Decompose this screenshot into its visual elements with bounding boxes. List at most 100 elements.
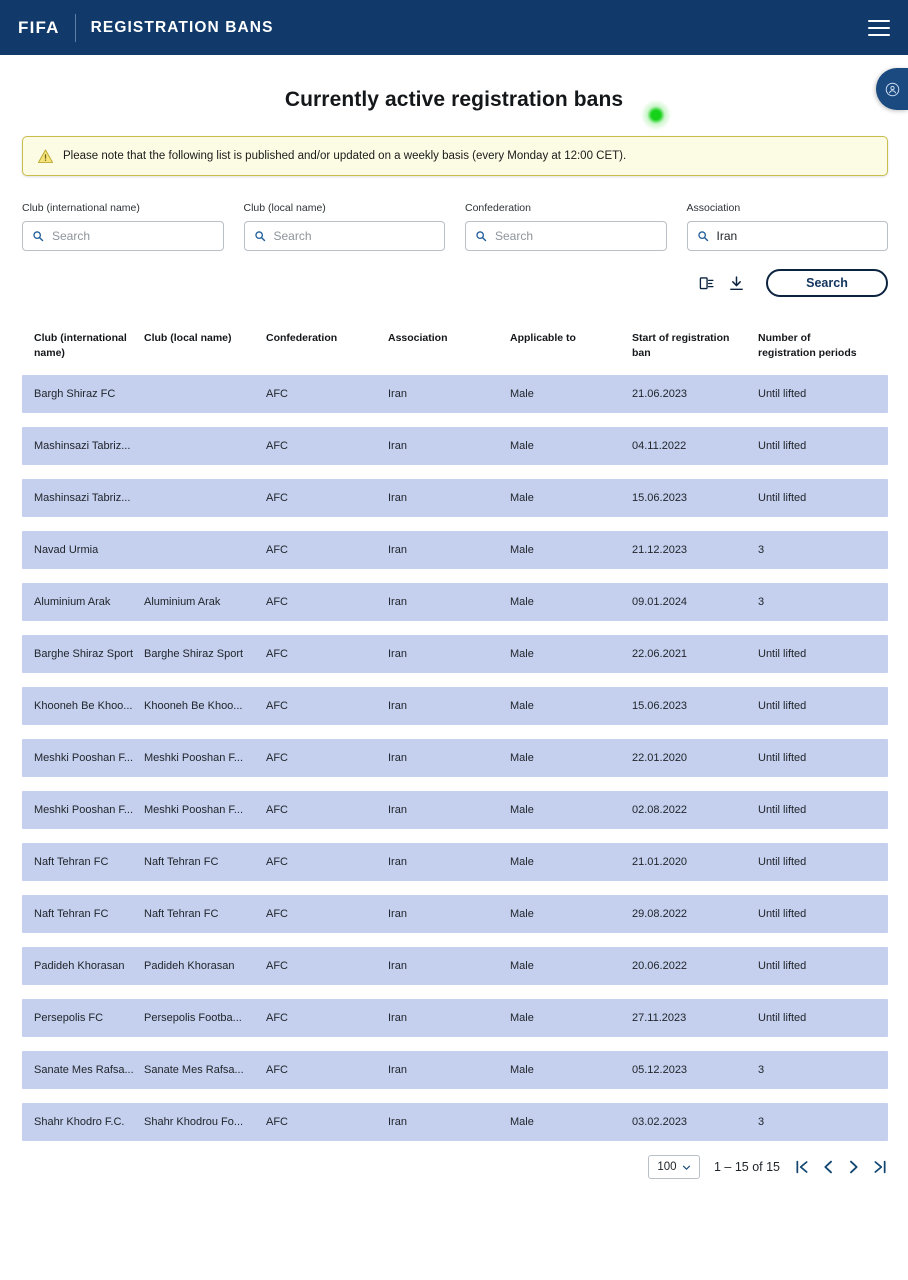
table-cell: Until lifted (758, 388, 807, 400)
page-size-select[interactable]: 100 (647, 1155, 700, 1179)
table-cell: Iran (388, 804, 407, 816)
table-cell: AFC (266, 388, 288, 400)
table-row[interactable]: Barghe Shiraz Sport Barghe Shiraz Sport AF… (22, 635, 888, 673)
table-cell: Iran (388, 960, 407, 972)
next-page-icon[interactable] (846, 1159, 862, 1175)
table-cell: Bargh Shiraz FC (34, 388, 116, 400)
table-cell: Shahr Khodro F.C. (34, 1116, 125, 1128)
table-cell: 03.02.2023 (632, 1116, 688, 1128)
table-cell: Padideh Khorasan (144, 960, 235, 972)
last-page-icon[interactable] (872, 1159, 888, 1175)
pagination-nav-buttons (794, 1159, 888, 1175)
search-icon (697, 231, 708, 242)
table-row[interactable]: Shahr Khodro F.C. Shahr Khodrou Fo... AFC I… (22, 1103, 888, 1141)
table-cell: AFC (266, 856, 288, 868)
download-icon[interactable] (728, 275, 745, 292)
column-header-applicable-to[interactable]: Applicable to (510, 331, 632, 361)
table-row[interactable]: Meshki Pooshan F... Meshki Pooshan F... AF… (22, 739, 888, 777)
table-cell: AFC (266, 1116, 288, 1128)
table-row[interactable]: Bargh Shiraz FC AFC Iran Male 21.06.2023 Unti… (22, 375, 888, 413)
table-cell: AFC (266, 492, 288, 504)
table-row[interactable]: Padideh Khorasan Padideh Khorasan AFC Iran M… (22, 947, 888, 985)
column-header-club-international[interactable]: Club (international name) (22, 331, 144, 361)
table-cell: 02.08.2022 (632, 804, 688, 816)
table-cell: Iran (388, 752, 407, 764)
table-cell: 22.06.2021 (632, 648, 688, 660)
app-section-title: REGISTRATION BANS (90, 18, 274, 36)
table-row[interactable]: Meshki Pooshan F... Meshki Pooshan F... AF… (22, 791, 888, 829)
table-row[interactable]: Persepolis FC Persepolis Footba... AFC Iran… (22, 999, 888, 1037)
table-cell: Mashinsazi Tabriz... (34, 492, 131, 504)
registration-bans-table: Club (international name) Club (local na… (22, 319, 888, 1141)
table-cell: Meshki Pooshan F... (34, 752, 134, 764)
table-cell: Until lifted (758, 440, 807, 452)
table-row[interactable]: Sanate Mes Rafsa... Sanate Mes Rafsa... AF… (22, 1051, 888, 1089)
table-cell: Khooneh Be Khoo... (144, 700, 243, 712)
table-cell: 21.06.2023 (632, 388, 688, 400)
table-cell: Iran (388, 1116, 407, 1128)
column-header-number-of-periods[interactable]: Number of registration periods (758, 331, 868, 361)
table-cell: 27.11.2023 (632, 1012, 687, 1024)
first-page-icon[interactable] (794, 1159, 810, 1175)
table-cell: Meshki Pooshan F... (144, 804, 244, 816)
table-cell: Until lifted (758, 856, 807, 868)
column-header-association[interactable]: Association (388, 331, 510, 361)
table-cell: Naft Tehran FC (144, 856, 219, 868)
filter-label: Club (local name) (243, 202, 326, 214)
table-cell: Persepolis FC (34, 1012, 104, 1024)
table-cell: Male (510, 960, 534, 972)
table-cell: Male (510, 544, 534, 556)
table-cell: Persepolis Footba... (144, 1012, 242, 1024)
filter-club-local: Club (local name) Search (243, 202, 445, 251)
table-cell: Iran (388, 492, 407, 504)
column-header-club-local[interactable]: Club (local name) (144, 331, 266, 361)
pagination-range-text: 1 – 15 of 15 (713, 1160, 780, 1174)
table-cell: Iran (388, 596, 407, 608)
table-cell: Until lifted (758, 752, 807, 764)
search-icon (33, 231, 44, 242)
page-title: Currently active registration bans (284, 88, 624, 111)
table-cell: Naft Tehran FC (34, 856, 109, 868)
search-input-confederation[interactable]: Search (465, 221, 667, 251)
brand-logo-area[interactable]: FIFA REGISTRATION BANS (18, 13, 274, 42)
table-cell: AFC (266, 752, 288, 764)
copy-list-icon[interactable] (698, 275, 715, 292)
table-cell: Until lifted (758, 908, 807, 920)
search-button[interactable]: Search (766, 269, 888, 297)
table-cell: Iran (388, 388, 407, 400)
table-cell: 15.06.2023 (632, 492, 688, 504)
table-cell: Iran (388, 440, 407, 452)
table-cell: 04.11.2022 (632, 440, 687, 452)
table-row[interactable]: Naft Tehran FC Naft Tehran FC AFC Iran Male 2… (22, 895, 888, 933)
table-cell: Iran (388, 856, 407, 868)
previous-page-icon[interactable] (820, 1159, 836, 1175)
column-header-start-of-ban[interactable]: Start of registration ban (632, 331, 758, 361)
table-row[interactable]: Mashinsazi Tabriz... AFC Iran Male 04.11.202… (22, 427, 888, 465)
search-icon (476, 231, 487, 242)
filter-label: Confederation (465, 202, 531, 214)
table-cell: Iran (388, 544, 407, 556)
table-cell: 21.01.2020 (632, 856, 688, 868)
table-cell: Mashinsazi Tabriz... (34, 440, 131, 452)
table-cell: Male (510, 700, 534, 712)
table-row[interactable]: Aluminium Arak Aluminium Arak AFC Iran Male 0… (22, 583, 888, 621)
filter-value: Search (495, 229, 534, 243)
table-row[interactable]: Khooneh Be Khoo... Khooneh Be Khoo... AFC I… (22, 687, 888, 725)
hamburger-menu-icon[interactable] (868, 19, 890, 36)
search-input-club-local[interactable]: Search (243, 221, 445, 251)
table-row[interactable]: Naft Tehran FC Naft Tehran FC AFC Iran Male 2… (22, 843, 888, 881)
table-row[interactable]: Mashinsazi Tabriz... AFC Iran Male 15.06.202… (22, 479, 888, 517)
table-cell: 22.01.2020 (632, 752, 688, 764)
table-cell: Padideh Khorasan (34, 960, 125, 972)
table-cell: 21.12.2023 (632, 544, 688, 556)
table-cell: Male (510, 1012, 534, 1024)
table-row[interactable]: Navad Urmia AFC Iran Male 21.12.2023 3 (22, 531, 888, 569)
search-input-club-international[interactable]: Search (22, 221, 224, 251)
table-cell: AFC (266, 648, 288, 660)
filter-value: Search (52, 229, 91, 243)
search-input-association[interactable]: Iran (686, 221, 888, 251)
table-cell: Naft Tehran FC (34, 908, 109, 920)
table-cell: AFC (266, 700, 288, 712)
column-header-confederation[interactable]: Confederation (266, 331, 388, 361)
table-cell: Aluminium Arak (34, 596, 111, 608)
